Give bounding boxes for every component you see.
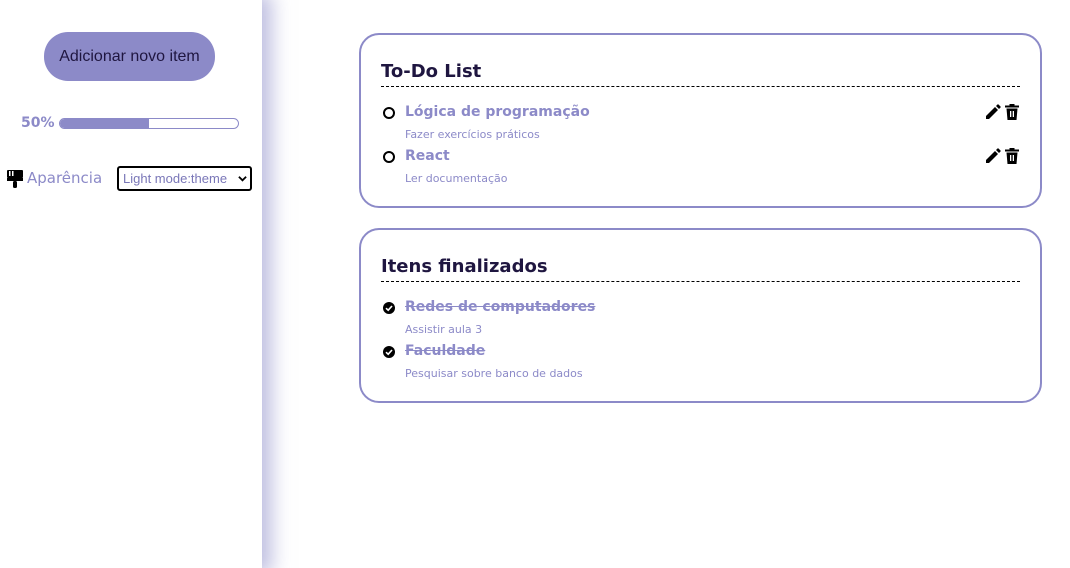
edit-pencil-icon[interactable] bbox=[985, 148, 1001, 164]
progress-bar-fill bbox=[60, 119, 149, 128]
completed-item-description: Pesquisar sobre banco de dados bbox=[405, 367, 583, 380]
completed-items-card: Itens finalizados Redes de computadores … bbox=[359, 228, 1042, 403]
todo-item: Lógica de programação Fazer exercícios p… bbox=[381, 100, 1020, 141]
todo-item-title: React bbox=[405, 148, 450, 164]
todo-item: React Ler documentação bbox=[381, 144, 1020, 185]
appearance-label: Aparência bbox=[27, 169, 103, 187]
divider bbox=[381, 281, 1020, 282]
trash-icon[interactable] bbox=[1004, 148, 1020, 164]
completed-item: Redes de computadores Assistir aula 3 bbox=[381, 295, 1020, 336]
add-item-button[interactable]: Adicionar novo item bbox=[44, 32, 215, 81]
edit-pencil-icon[interactable] bbox=[985, 104, 1001, 120]
paint-brush-icon bbox=[7, 170, 23, 188]
theme-select-value: Light mode:theme bbox=[123, 171, 228, 186]
todo-item-description: Ler documentação bbox=[405, 172, 508, 185]
todo-list-card: To-Do List Lógica de programação Fazer e… bbox=[359, 33, 1042, 208]
chevron-down-icon bbox=[238, 176, 247, 182]
progress-bar bbox=[59, 118, 239, 129]
divider bbox=[381, 86, 1020, 87]
completed-item: Faculdade Pesquisar sobre banco de dados bbox=[381, 339, 1020, 380]
completed-item-title: Redes de computadores bbox=[405, 299, 596, 315]
todo-item-title: Lógica de programação bbox=[405, 104, 590, 120]
completed-item-title: Faculdade bbox=[405, 343, 486, 359]
todo-item-description: Fazer exercícios práticos bbox=[405, 128, 540, 141]
todo-list-title: To-Do List bbox=[381, 61, 482, 82]
check-circle-icon[interactable] bbox=[383, 346, 395, 358]
progress-label: 50% bbox=[21, 115, 55, 131]
progress-indicator: 50% bbox=[21, 114, 241, 134]
completed-items-title: Itens finalizados bbox=[381, 256, 548, 277]
completed-item-description: Assistir aula 3 bbox=[405, 323, 483, 336]
incomplete-circle-icon[interactable] bbox=[383, 151, 395, 163]
check-circle-icon[interactable] bbox=[383, 302, 395, 314]
incomplete-circle-icon[interactable] bbox=[383, 107, 395, 119]
appearance-setting: Aparência Light mode:theme bbox=[7, 166, 257, 192]
trash-icon[interactable] bbox=[1004, 104, 1020, 120]
sidebar: Adicionar novo item 50% Aparência Light … bbox=[0, 0, 262, 568]
theme-select[interactable]: Light mode:theme bbox=[117, 166, 252, 191]
